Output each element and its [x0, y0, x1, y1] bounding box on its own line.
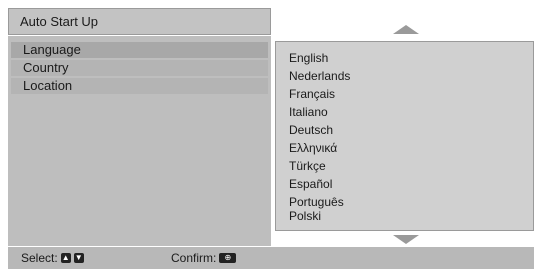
- language-option-polski[interactable]: Polski: [289, 209, 321, 223]
- menu-item-country[interactable]: Country: [11, 60, 268, 76]
- language-option-portugues[interactable]: Português: [289, 195, 344, 209]
- language-option-deutsch[interactable]: Deutsch: [289, 123, 333, 137]
- language-option-nederlands[interactable]: Nederlands: [289, 69, 350, 83]
- arrow-down-key-icon: ▼: [73, 253, 84, 263]
- language-option-greek[interactable]: Ελληνικά: [289, 141, 337, 155]
- footer-bar: Select: ▲ ▼ Confirm: ⊕: [8, 247, 534, 269]
- confirm-label: Confirm:: [171, 251, 217, 265]
- enter-key-icon: ⊕: [219, 253, 237, 263]
- language-option-italiano[interactable]: Italiano: [289, 105, 328, 119]
- language-option-espanol[interactable]: Español: [289, 177, 332, 191]
- window-title: Auto Start Up: [8, 8, 271, 35]
- language-option-francais[interactable]: Français: [289, 87, 335, 101]
- scroll-down-arrow-icon[interactable]: [393, 235, 419, 244]
- language-option-turkce[interactable]: Türkçe: [289, 159, 326, 173]
- arrow-up-key-icon: ▲: [60, 253, 71, 263]
- scroll-up-arrow-icon[interactable]: [393, 25, 419, 34]
- select-label: Select:: [21, 251, 58, 265]
- menu-item-location[interactable]: Location: [11, 78, 268, 94]
- menu-panel: Language Country Location: [8, 36, 271, 246]
- menu-item-language[interactable]: Language: [11, 42, 268, 58]
- language-list: English Nederlands Français Italiano Deu…: [275, 41, 534, 231]
- confirm-hint: Confirm: ⊕: [171, 247, 237, 269]
- select-hint: Select: ▲ ▼: [21, 247, 84, 269]
- language-option-english[interactable]: English: [289, 51, 328, 65]
